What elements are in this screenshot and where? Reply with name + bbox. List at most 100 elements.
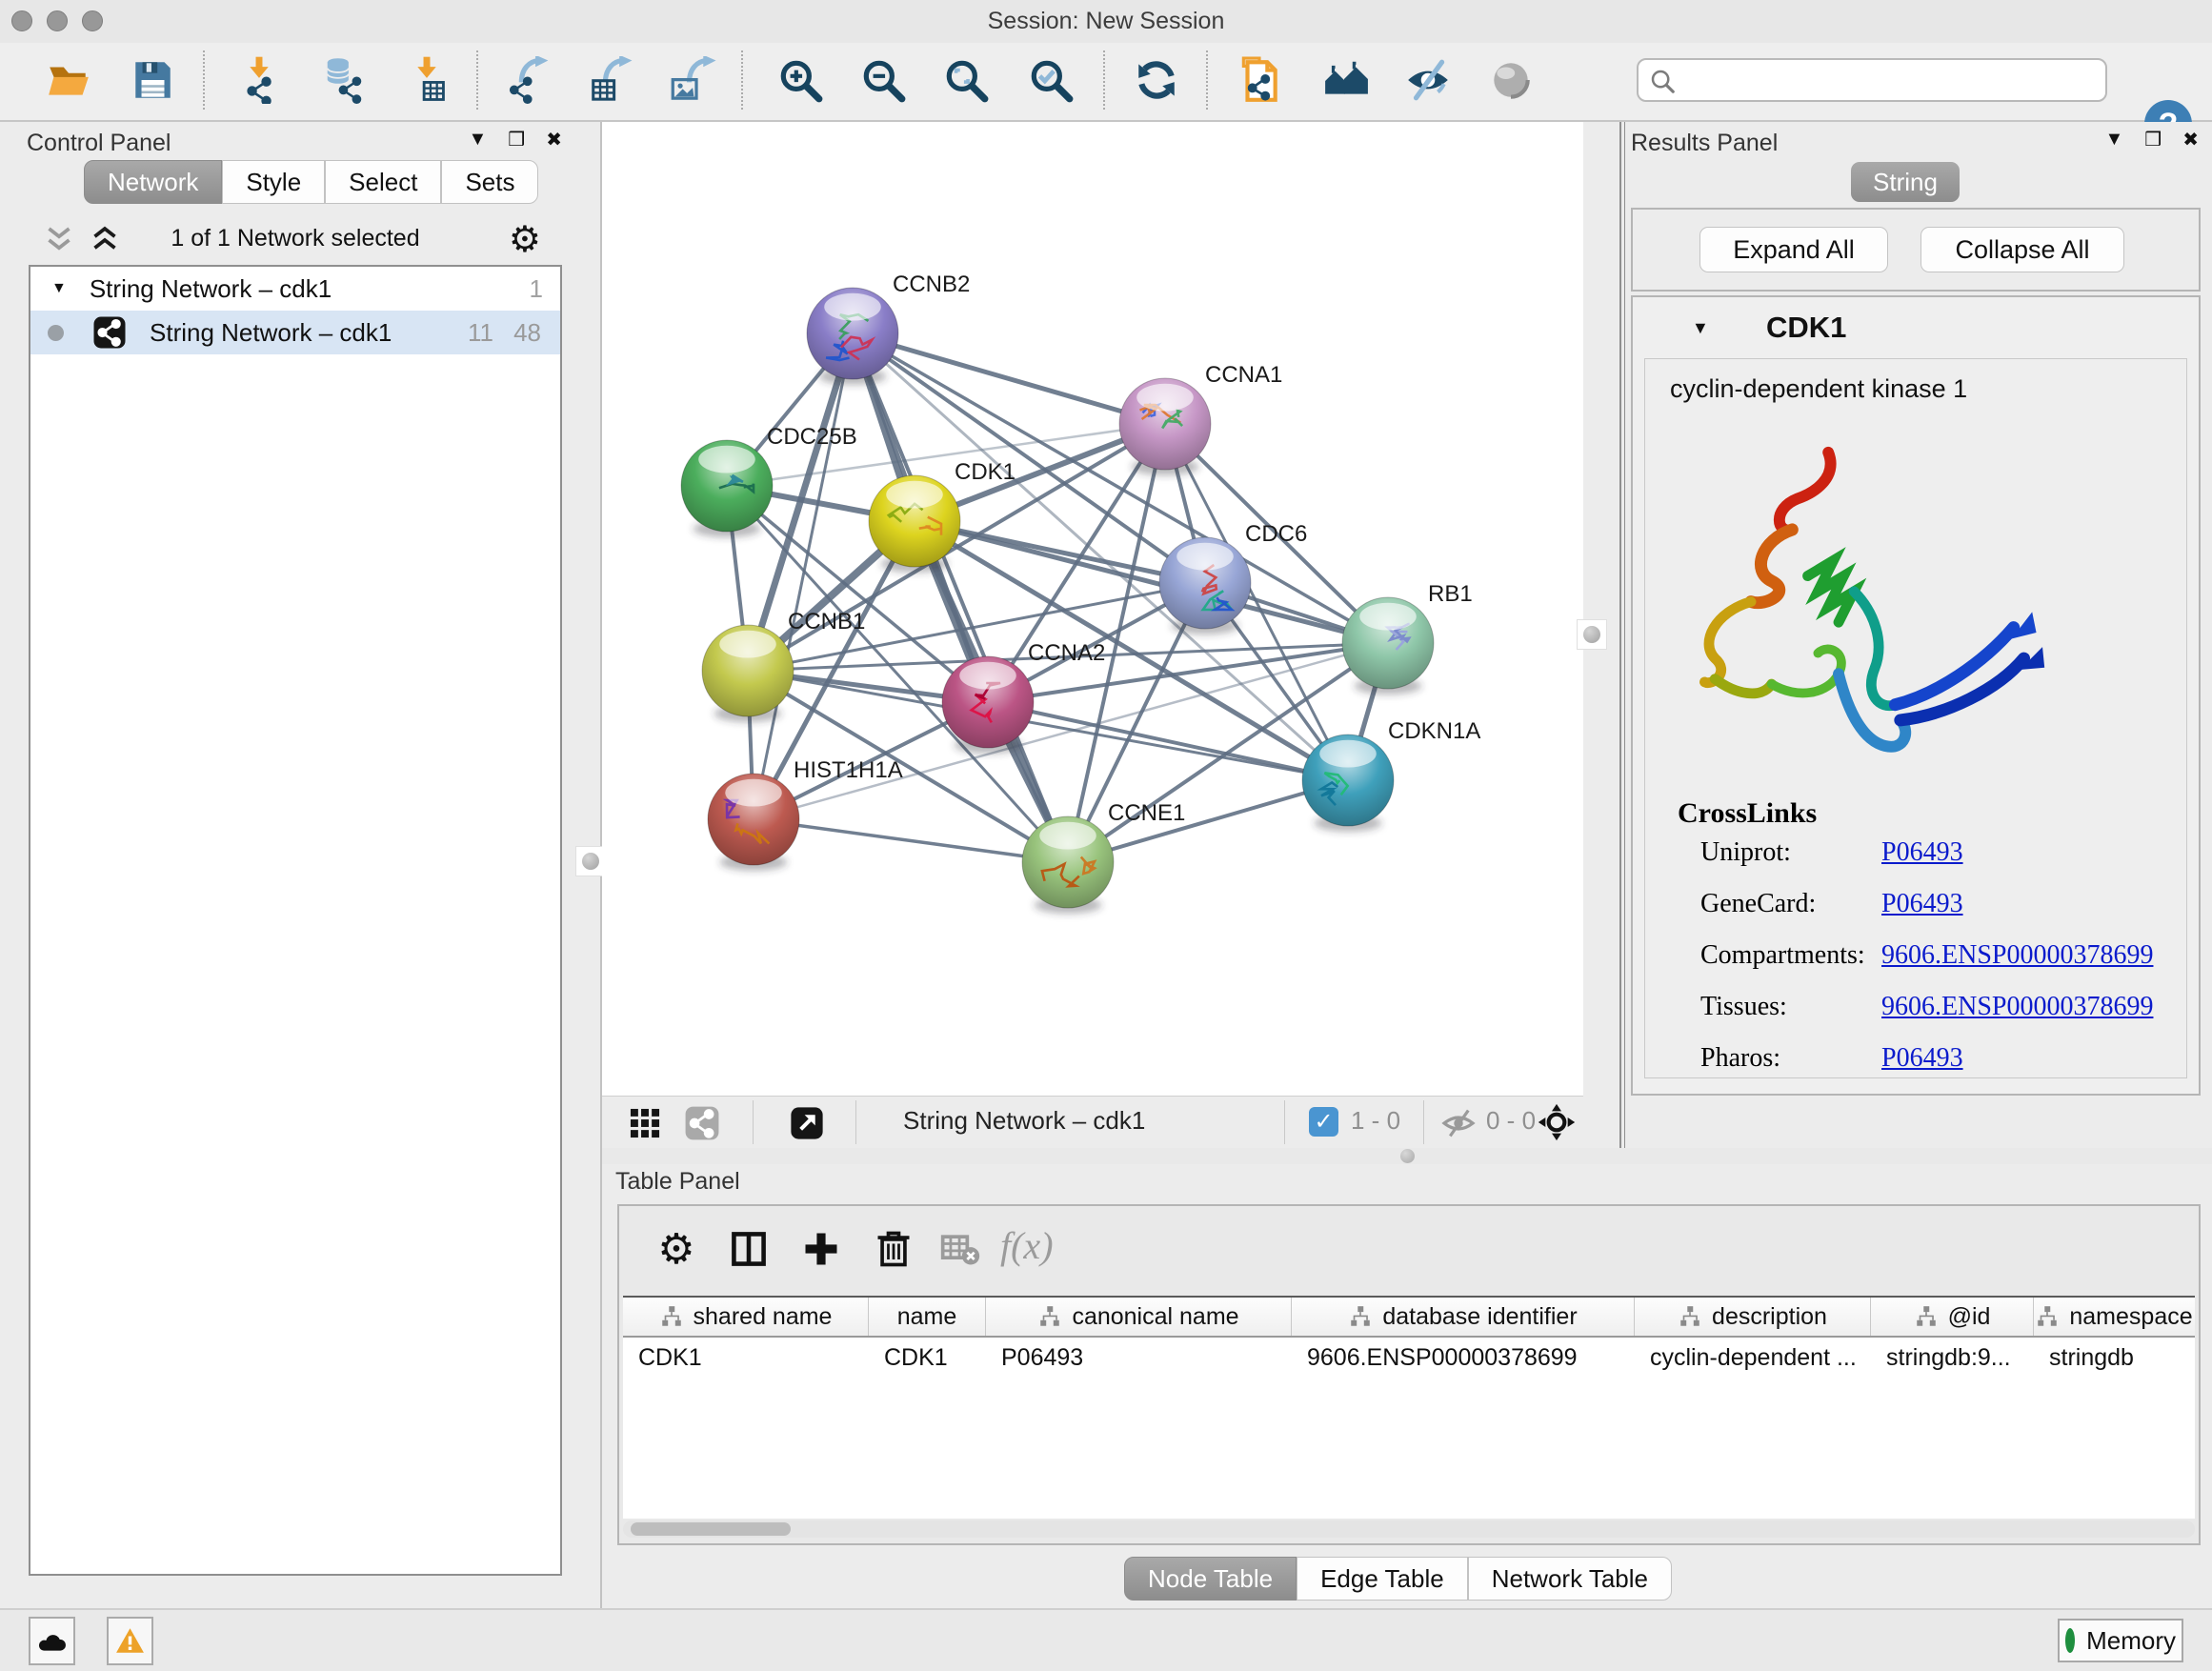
column-header-name[interactable]: name — [869, 1298, 986, 1336]
delete-table-icon[interactable] — [934, 1223, 987, 1277]
import-table-file-button[interactable] — [400, 54, 453, 108]
network-node-CCNB1[interactable] — [702, 625, 794, 722]
network-status-dot — [48, 325, 64, 341]
crosslink-link[interactable]: P06493 — [1881, 889, 1963, 919]
tab-network-table[interactable]: Network Table — [1468, 1557, 1672, 1601]
network-node-CDC6[interactable] — [1159, 537, 1251, 634]
panel-menu-icon[interactable]: ▼ — [2105, 129, 2124, 151]
crosslink-link[interactable]: P06493 — [1881, 1043, 1963, 1074]
graphics-details-icon[interactable] — [627, 1105, 663, 1141]
share-document-button[interactable] — [1233, 54, 1286, 108]
panel-menu-icon[interactable]: ▼ — [469, 129, 488, 151]
table-row[interactable]: CDK1 CDK1 P06493 9606.ENSP00000378699 cy… — [623, 1338, 2195, 1378]
network-canvas[interactable]: CCNB2CCNA1CDC25BCDK1CDC6RB1CCNB1CCNA2CDK… — [602, 122, 1583, 1096]
network-node-CCNA1[interactable] — [1119, 378, 1211, 475]
crosslink-link[interactable]: 9606.ENSP00000378699 — [1881, 992, 2153, 1022]
column-header-canonical-name[interactable]: canonical name — [986, 1298, 1292, 1336]
toolbar-separator — [741, 50, 743, 110]
external-link-icon[interactable] — [789, 1105, 825, 1141]
right-splitter-handle[interactable] — [1577, 619, 1607, 650]
tab-select[interactable]: Select — [325, 160, 441, 204]
hide-selected-button[interactable] — [1401, 54, 1455, 108]
string-home-button[interactable] — [1319, 54, 1373, 108]
cell-database-identifier[interactable]: 9606.ENSP00000378699 — [1292, 1338, 1635, 1378]
tab-sets[interactable]: Sets — [441, 160, 538, 204]
show-all-button[interactable] — [1484, 54, 1538, 108]
network-node-RB1[interactable] — [1342, 597, 1434, 695]
panel-float-icon[interactable]: ❒ — [2144, 128, 2162, 151]
horizontal-splitter[interactable] — [602, 1148, 2212, 1164]
function-builder-icon[interactable]: f(x) — [1000, 1223, 1054, 1268]
cell-name[interactable]: CDK1 — [869, 1338, 986, 1378]
scrollbar-thumb[interactable] — [631, 1522, 791, 1536]
network-node-CCNE1[interactable] — [1022, 816, 1114, 914]
crosslink-link[interactable]: P06493 — [1881, 837, 1963, 868]
zoom-out-button[interactable] — [856, 54, 910, 108]
selected-count-checkbox[interactable]: ✓ — [1309, 1107, 1338, 1137]
zoom-fit-button[interactable] — [939, 54, 993, 108]
export-image-button[interactable] — [667, 54, 720, 108]
zoom-in-button[interactable] — [774, 54, 827, 108]
column-header-database-identifier[interactable]: database identifier — [1292, 1298, 1635, 1336]
open-file-button[interactable] — [42, 54, 95, 108]
cell-shared-name[interactable]: CDK1 — [623, 1338, 869, 1378]
bottom-splitter-handle[interactable] — [1400, 1149, 1415, 1163]
network-selected-status: 1 of 1 Network selected — [133, 225, 457, 252]
cell-description[interactable]: cyclin-dependent ... — [1635, 1338, 1871, 1378]
cell-canonical-name[interactable]: P06493 — [986, 1338, 1292, 1378]
network-edge-CCNB2-CCNA1[interactable] — [853, 333, 1165, 424]
network-node-HIST1H1A[interactable] — [708, 774, 799, 871]
network-edge-CCNA2-CDKN1A[interactable] — [988, 702, 1348, 780]
column-header-description[interactable]: description — [1635, 1298, 1871, 1336]
zoom-selected-button[interactable] — [1024, 54, 1077, 108]
column-header-shared-name[interactable]: shared name — [623, 1298, 869, 1336]
hidden-count: 0 - 0 — [1486, 1106, 1536, 1136]
expand-all-networks-icon[interactable] — [88, 223, 122, 257]
network-overview-icon[interactable] — [684, 1105, 720, 1141]
network-node-CDKN1A[interactable] — [1302, 735, 1394, 832]
crosslink-label: Tissues: — [1700, 992, 1787, 1022]
panel-float-icon[interactable]: ❒ — [508, 128, 525, 151]
node-label-CDC6: CDC6 — [1245, 521, 1307, 547]
crosslink-link[interactable]: 9606.ENSP00000378699 — [1881, 940, 2153, 971]
birdseye-navigator-icon[interactable] — [1538, 1103, 1576, 1141]
save-session-button[interactable] — [126, 54, 179, 108]
table-horizontal-scrollbar[interactable] — [623, 1520, 2195, 1538]
add-column-icon[interactable] — [794, 1223, 848, 1277]
show-columns-icon[interactable] — [722, 1223, 775, 1277]
cloud-icon[interactable] — [29, 1617, 75, 1665]
warning-icon[interactable] — [107, 1617, 153, 1665]
memory-button[interactable]: Memory — [2058, 1619, 2183, 1662]
network-row-selected[interactable]: String Network – cdk1 11 48 — [30, 311, 560, 354]
export-table-button[interactable] — [585, 54, 638, 108]
tab-network[interactable]: Network — [84, 160, 222, 204]
network-options-gear-icon[interactable]: ⚙ — [509, 221, 541, 259]
tab-edge-table[interactable]: Edge Table — [1297, 1557, 1468, 1601]
delete-column-icon[interactable] — [867, 1223, 920, 1277]
tab-node-table[interactable]: Node Table — [1124, 1557, 1297, 1601]
column-header-id[interactable]: @id — [1871, 1298, 2034, 1336]
table-options-gear-icon[interactable]: ⚙ — [650, 1223, 703, 1277]
tab-string[interactable]: String — [1851, 162, 1960, 202]
collection-caret-icon[interactable]: ▼ — [51, 280, 67, 297]
network-collection-row[interactable]: ▼ String Network – cdk1 1 — [30, 267, 560, 311]
network-node-CDK1[interactable] — [869, 475, 960, 573]
import-network-database-button[interactable] — [316, 54, 370, 108]
network-edge-HIST1H1A-CCNE1[interactable] — [754, 819, 1068, 862]
panel-close-icon[interactable]: ✖ — [546, 128, 562, 151]
update-network-button[interactable] — [1130, 54, 1183, 108]
protein-card-caret-icon[interactable]: ▼ — [1692, 318, 1709, 338]
column-header-namespace[interactable]: namespace — [2034, 1298, 2194, 1336]
cell-namespace[interactable]: stringdb — [2034, 1338, 2194, 1378]
panel-close-icon[interactable]: ✖ — [2182, 128, 2199, 151]
collapse-all-button[interactable]: Collapse All — [1920, 227, 2124, 272]
export-network-button[interactable] — [503, 54, 556, 108]
import-network-file-button[interactable] — [232, 54, 286, 108]
protein-card-header[interactable]: ▼ CDK1 — [1633, 311, 2199, 349]
search-input[interactable] — [1684, 62, 2098, 100]
collapse-all-networks-icon[interactable] — [42, 223, 76, 257]
tab-style[interactable]: Style — [222, 160, 325, 204]
cell-id[interactable]: stringdb:9... — [1871, 1338, 2034, 1378]
expand-all-button[interactable]: Expand All — [1699, 227, 1888, 272]
results-panel-divider[interactable] — [1619, 122, 1624, 1153]
